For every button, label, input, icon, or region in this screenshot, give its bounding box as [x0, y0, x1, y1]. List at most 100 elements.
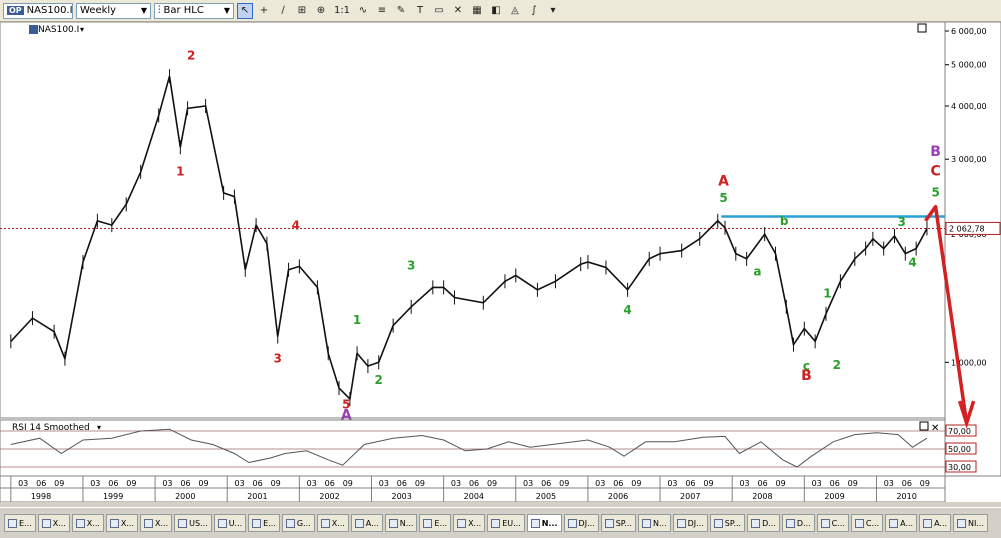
symbol-tab[interactable]: SP...	[709, 514, 746, 532]
indicator-button[interactable]: ∫	[526, 3, 542, 19]
wave-label: 3	[407, 259, 415, 273]
shape-tool-button[interactable]: ▭	[431, 3, 447, 19]
symbol-tab[interactable]: A...	[919, 514, 952, 532]
month-label: 09	[920, 479, 930, 488]
symbol-tab-label: X...	[155, 518, 169, 528]
symbol-tab[interactable]: N...	[526, 514, 562, 532]
bar-chart-icon: ⫶	[158, 5, 161, 16]
grid-icon: ⊞	[297, 5, 307, 16]
symbol-tab-label: A...	[365, 518, 379, 528]
chart-tab-icon	[354, 518, 364, 528]
symbol-tab-label: US...	[189, 518, 208, 528]
symbol-tab[interactable]: U...	[213, 514, 247, 532]
wave-label: 3	[898, 215, 906, 229]
chart-tab-icon	[109, 518, 119, 528]
year-label: 2006	[608, 492, 628, 501]
symbol-tab-label: A...	[900, 518, 914, 528]
chart-tab-icon	[530, 518, 540, 528]
month-label: 09	[703, 479, 713, 488]
symbol-tab[interactable]: NI...	[953, 514, 989, 532]
symbol-tab[interactable]: US...	[174, 514, 212, 532]
chevron-down-icon[interactable]: ▾	[97, 423, 101, 432]
more-button[interactable]: ▾	[545, 3, 561, 19]
symbol-tab[interactable]: D...	[781, 514, 815, 532]
wave-label: 4	[623, 303, 631, 317]
pencil-tool-button[interactable]: ✎	[393, 3, 409, 19]
wave-label: 2	[187, 48, 195, 62]
symbol-tab[interactable]: DJ...	[563, 514, 599, 532]
last-price-label: 2 062,78	[949, 224, 985, 233]
symbol-tab[interactable]: EU...	[487, 514, 525, 532]
symbol-tab[interactable]: DJ...	[672, 514, 708, 532]
chart-type-select[interactable]: ⫶ Bar HLC ▼	[154, 2, 234, 19]
symbol-tab[interactable]: X...	[453, 514, 486, 532]
symbol-tab[interactable]: SP...	[600, 514, 636, 532]
year-label: 2009	[824, 492, 844, 501]
symbol-tab-label: E...	[19, 518, 32, 528]
line-tool-button[interactable]: ∕	[275, 3, 291, 19]
text-tool-button[interactable]: T	[412, 3, 428, 19]
wave-label: 1	[353, 313, 361, 327]
symbol-tab[interactable]: C...	[816, 514, 849, 532]
pointer-tool-button[interactable]: ↖	[237, 2, 253, 19]
symbol-tab[interactable]: N...	[638, 514, 671, 532]
wave-label: A	[341, 407, 352, 423]
symbol-tab[interactable]: X...	[316, 514, 349, 532]
symbol-tab[interactable]: X...	[71, 514, 104, 532]
fibonacci-tool-button[interactable]: ≡	[374, 3, 390, 19]
symbol-tab[interactable]: X...	[37, 514, 70, 532]
zoom-tool-button[interactable]: ⊕	[313, 3, 329, 19]
cycles-tool-button[interactable]: ∿	[355, 3, 371, 19]
template-button[interactable]: ▦	[469, 3, 485, 19]
symbol-tab[interactable]: E...	[248, 514, 280, 532]
month-label: 09	[54, 479, 64, 488]
palette-icon: ◧	[491, 5, 501, 16]
close-rsi-icon[interactable]: ✕	[931, 423, 939, 434]
crosshair-tool-button[interactable]: +	[256, 3, 272, 19]
symbol-tab[interactable]: C...	[850, 514, 884, 532]
grid-tool-button[interactable]: ⊞	[294, 3, 310, 19]
symbol-tab[interactable]: X...	[105, 514, 139, 532]
year-label: 2000	[175, 492, 195, 501]
month-label: 06	[613, 479, 623, 488]
year-label: 2002	[319, 492, 339, 501]
month-label: 06	[36, 479, 46, 488]
year-label: 1999	[103, 492, 123, 501]
trendline-icon: ∕	[281, 5, 285, 16]
symbol-tab[interactable]: D...	[747, 514, 780, 532]
rectangle-icon: ▭	[434, 5, 444, 16]
symbol-tab[interactable]: E...	[4, 514, 36, 532]
chart-symbol-label[interactable]: NAS100.I	[38, 25, 79, 35]
color-button[interactable]: ◧	[488, 3, 504, 19]
symbol-tab-label: X...	[86, 518, 100, 528]
zoom-reset-button[interactable]: 1:1	[332, 3, 352, 19]
symbol-selector[interactable]: OP NAS100.I	[3, 2, 73, 19]
month-label: 09	[848, 479, 858, 488]
symbol-tab[interactable]: E...	[419, 514, 452, 532]
y-tick-label: 5 000,00	[951, 61, 987, 70]
y-tick-label: 6 000,00	[951, 27, 987, 36]
chevron-down-icon[interactable]: ▾	[80, 25, 84, 34]
period-select[interactable]: Weekly ▼	[76, 2, 151, 19]
chart-area[interactable]: 6 000,005 000,004 000,003 000,002 000,00…	[0, 22, 1001, 502]
alert-button[interactable]: ◬	[507, 3, 523, 19]
month-label: 03	[234, 479, 244, 488]
symbol-tab-label: U...	[228, 518, 243, 528]
symbol-tab[interactable]: A...	[350, 514, 383, 532]
chart-tab-icon	[676, 518, 686, 528]
symbol-tab-label: NI...	[968, 518, 985, 528]
symbol-tab[interactable]: A...	[885, 514, 918, 532]
symbol-tab[interactable]: N...	[384, 514, 418, 532]
month-label: 06	[253, 479, 263, 488]
rsi-title[interactable]: RSI 14 Smoothed	[12, 423, 90, 433]
symbol-tab[interactable]: G...	[281, 514, 315, 532]
symbol-tab-label: D...	[762, 518, 776, 528]
symbol-tab[interactable]: X...	[140, 514, 173, 532]
month-label: 03	[162, 479, 172, 488]
symbol-type-badge: OP	[7, 6, 24, 15]
price-chart[interactable]: 6 000,005 000,004 000,003 000,002 000,00…	[0, 22, 1001, 502]
delete-button[interactable]: ✕	[450, 3, 466, 19]
wave-label: 5	[931, 186, 939, 200]
year-label: 2008	[752, 492, 772, 501]
symbol-tab-label: DJ...	[578, 518, 595, 528]
